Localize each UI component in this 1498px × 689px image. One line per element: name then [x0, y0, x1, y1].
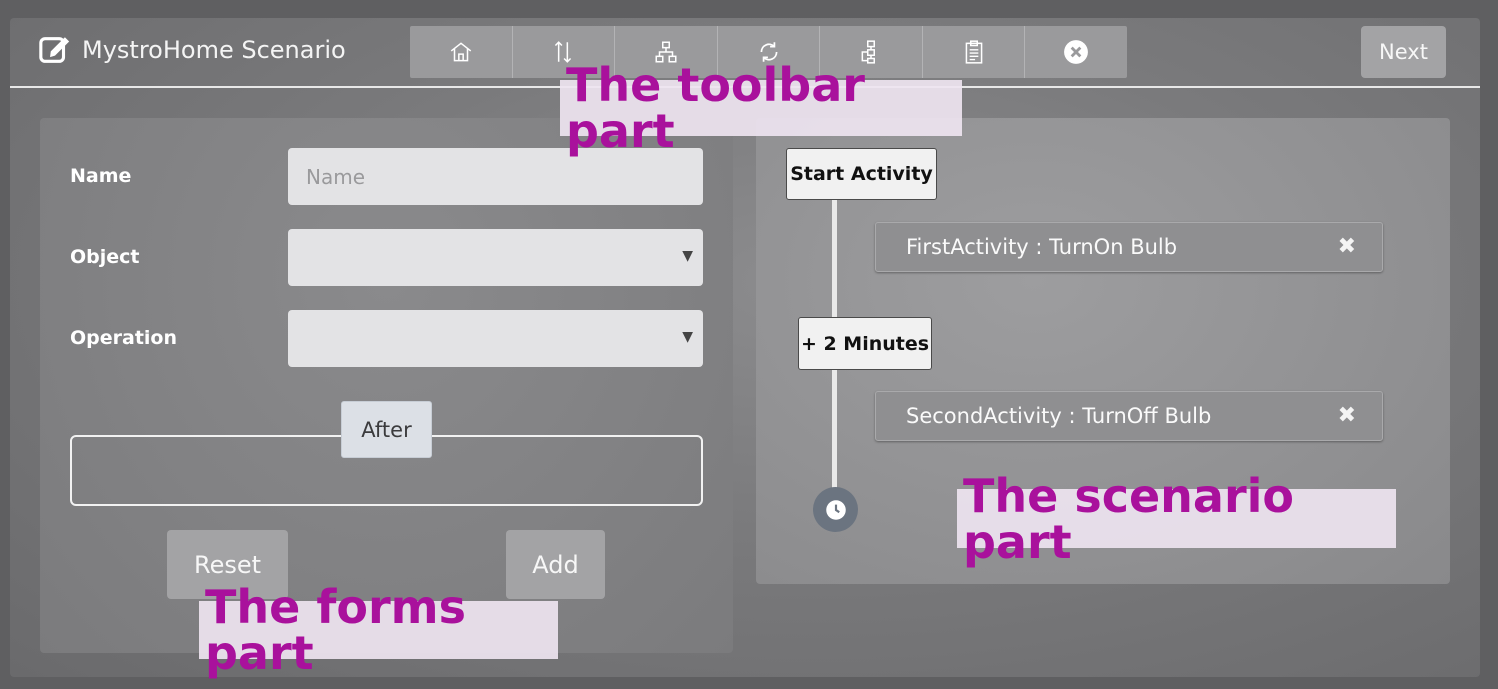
clock-icon[interactable]: [813, 487, 858, 532]
remove-icon[interactable]: ✖: [1338, 234, 1356, 259]
delay-node[interactable]: + 2 Minutes: [798, 317, 932, 370]
after-tab[interactable]: After: [341, 401, 432, 458]
app-title: MystroHome Scenario: [38, 32, 346, 68]
scenario-annotation: The scenario part: [957, 473, 1396, 565]
object-select[interactable]: ▼: [288, 229, 703, 286]
operation-label: Operation: [70, 327, 178, 349]
toolbar-home-button[interactable]: [410, 26, 513, 78]
remove-icon[interactable]: ✖: [1338, 403, 1356, 428]
edit-icon: [38, 33, 72, 67]
dropdown-arrow-icon: ▼: [682, 248, 693, 264]
toolbar-close-button[interactable]: [1025, 26, 1127, 78]
operation-select[interactable]: ▼: [288, 310, 703, 367]
object-label: Object: [70, 246, 140, 268]
house-icon: [450, 42, 471, 62]
close-circle-icon: [1064, 40, 1089, 64]
name-placeholder: Name: [306, 164, 366, 189]
activity-item[interactable]: FirstActivity : TurnOn Bulb ✖: [875, 222, 1383, 272]
dropdown-arrow-icon: ▼: [682, 329, 693, 345]
start-activity-node[interactable]: Start Activity: [786, 148, 937, 200]
app-title-text: MystroHome Scenario: [82, 36, 346, 64]
forms-annotation: The forms part: [199, 584, 558, 676]
next-button[interactable]: Next: [1361, 26, 1446, 78]
clipboard-icon: [965, 40, 983, 64]
toolbar-annotation: The toolbar part: [560, 62, 962, 154]
name-label: Name: [70, 165, 132, 187]
activity-label: FirstActivity : TurnOn Bulb: [906, 235, 1178, 259]
activity-item[interactable]: SecondActivity : TurnOff Bulb ✖: [875, 391, 1383, 441]
activity-label: SecondActivity : TurnOff Bulb: [906, 404, 1212, 428]
